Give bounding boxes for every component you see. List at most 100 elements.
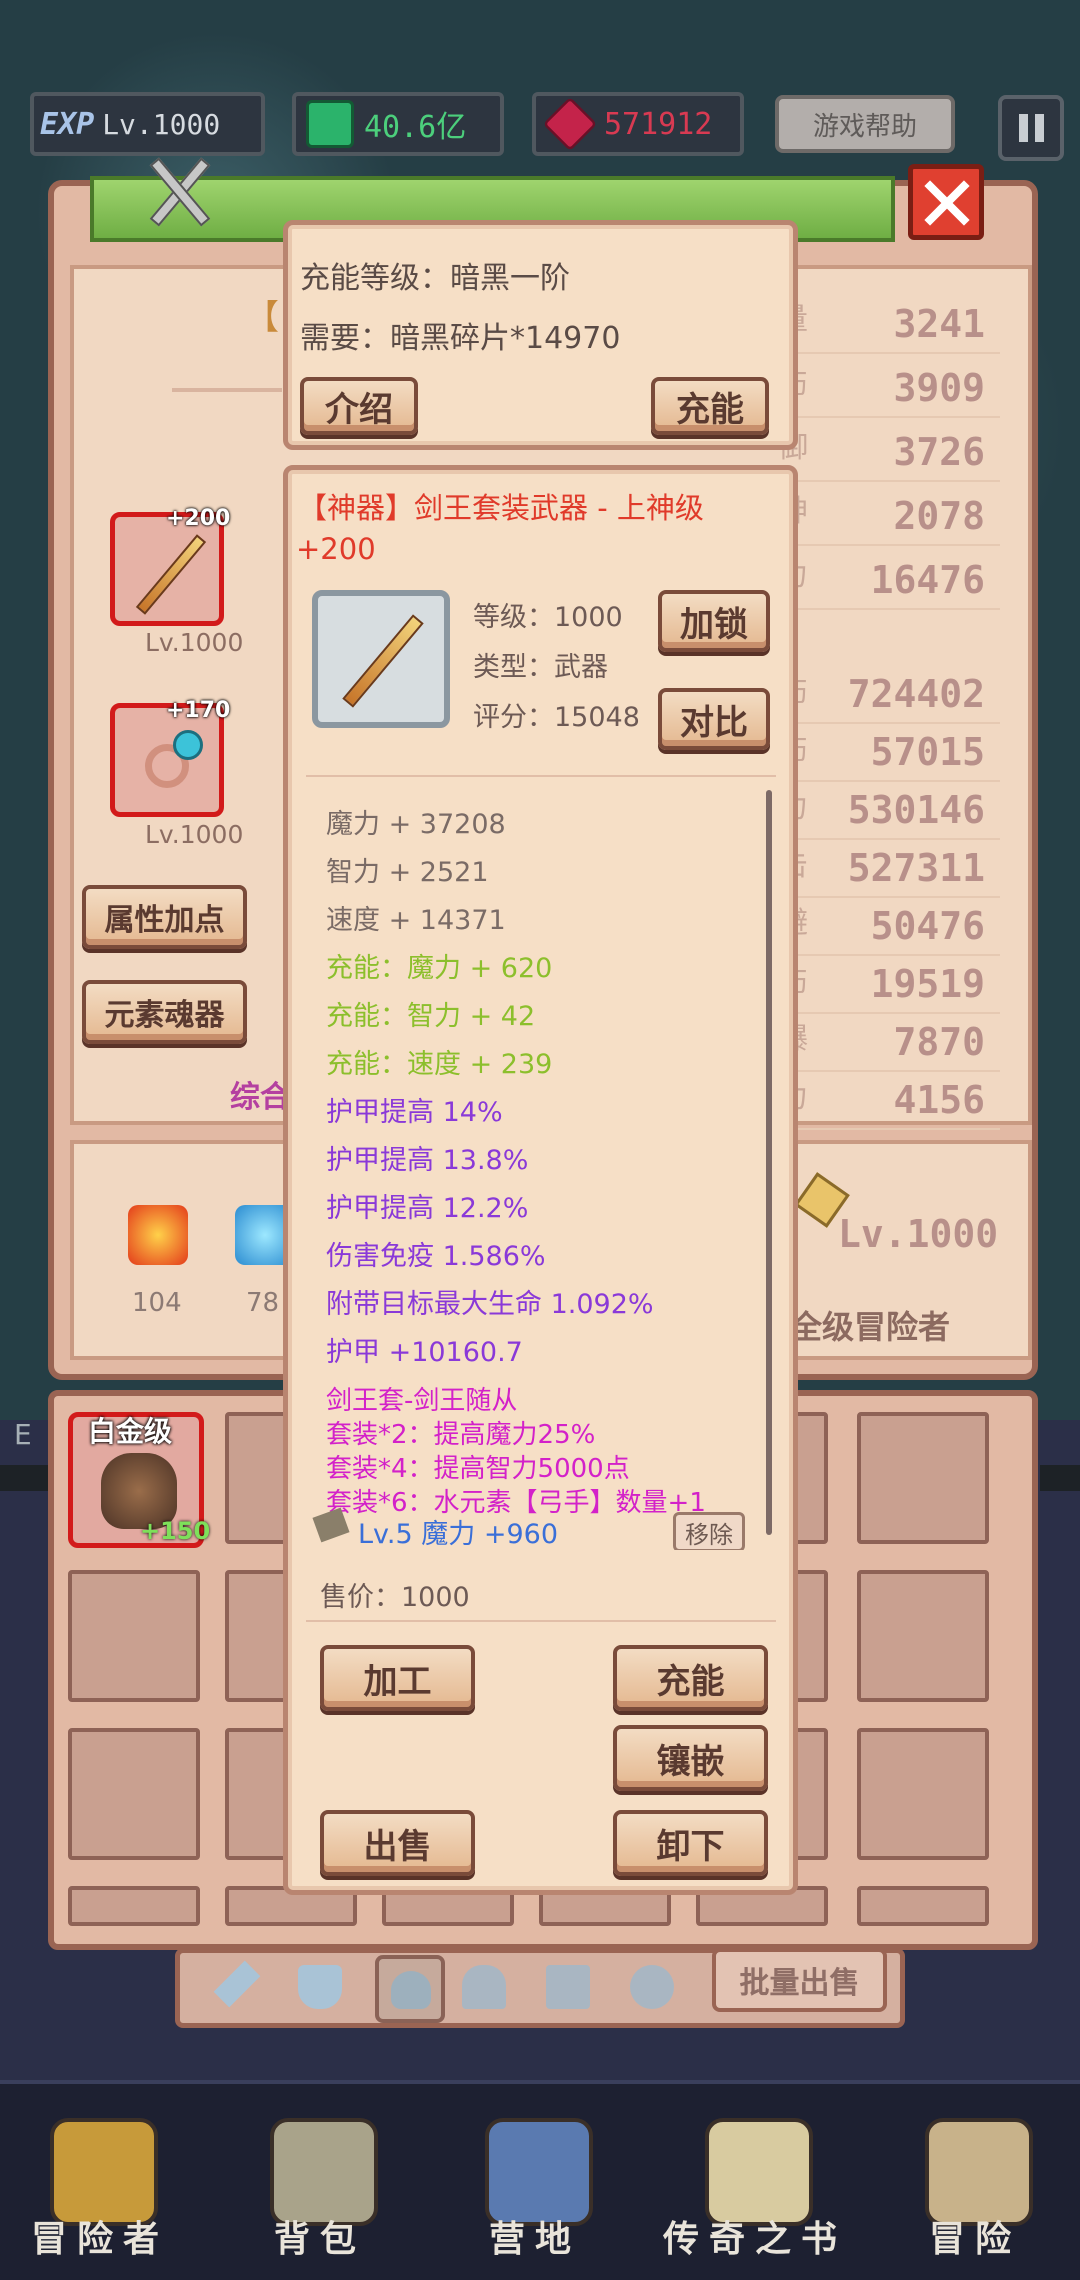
inventory-slot[interactable] [68,1886,200,1926]
item-stat-line: 护甲提高 14% [326,1097,503,1128]
ruby-icon [542,96,598,152]
helmet-icon [391,1971,431,2009]
pause-button[interactable] [998,95,1064,161]
summary-label: 综合 [230,1080,290,1115]
batch-sell-button[interactable]: 批量出售 [712,1948,887,2012]
item-stat-line: 伤害免疫 1.586% [326,1241,546,1272]
crossed-swords-icon [140,152,220,232]
stat-value: 3241 [893,302,985,346]
nav-item-1[interactable]: 背包 [225,2110,415,2280]
stats-scrollbar[interactable] [766,790,772,1535]
companion-plus: +150 [140,1517,211,1545]
emerald-icon [306,100,354,148]
charge-popup: 充能等级：暗黑一阶 需要：暗黑碎片*14970 介绍 充能 [283,220,798,450]
charge-level-text: 充能等级：暗黑一阶 [300,261,570,296]
item-level: 等级：1000 [473,602,623,633]
ruby-currency: 571912 [532,92,744,156]
nav-item-2[interactable]: 营地 [440,2110,630,2280]
inventory-slot[interactable] [68,1728,200,1860]
item-stat-line: 充能：智力 + 42 [326,1001,536,1032]
side-letter: E [14,1418,32,1451]
set-bonus-line: 套装*4：提高智力5000点 [326,1454,630,1484]
pause-icon-bar [1035,114,1044,142]
ring-level: Lv.1000 [145,820,244,849]
tab-gloves-icon[interactable] [462,1965,506,2009]
divider [785,416,1000,418]
item-stat-line: 护甲 +10160.7 [326,1337,523,1368]
remove-gem-button[interactable]: 移除 [673,1512,745,1550]
ring-plus: +170 [166,698,231,723]
exp-badge: EXP [40,106,95,142]
side-bar [0,1465,48,1491]
charge-confirm-button[interactable]: 充能 [651,377,769,435]
item-stat-line: 附带目标最大生命 1.092% [326,1289,654,1320]
stat-value: 4156 [893,1078,985,1122]
intro-button[interactable]: 介绍 [300,377,418,435]
process-button[interactable]: 加工 [320,1645,475,1711]
divider [785,352,1000,354]
tab-helmet-selected[interactable] [375,1955,445,2023]
item-icon-frame [312,590,450,728]
divider [785,480,1000,482]
tab-ring-icon[interactable] [630,1965,674,2009]
nav-label: 冒险 [928,2219,1021,2260]
lock-button[interactable]: 加锁 [658,590,770,652]
item-stat-line: 护甲提高 12.2% [326,1193,529,1224]
side-bar-right [1040,1465,1080,1491]
inlay-button[interactable]: 镶嵌 [613,1725,768,1791]
element-soul-button[interactable]: 元素魂器 [82,980,247,1044]
gem-bonus: Lv.5 魔力 +960 [358,1519,559,1550]
nav-item-3[interactable]: 传奇之书 [660,2110,850,2280]
divider [172,388,282,392]
item-stat-line: 充能：魔力 + 620 [326,953,553,984]
divider [306,1620,776,1622]
title-bracket: 【 [245,298,279,338]
compare-button[interactable]: 对比 [658,688,770,750]
sell-button[interactable]: 出售 [320,1810,475,1876]
nav-label: 背包 [273,2219,366,2260]
stat-value: 19519 [870,962,985,1006]
game-help-button[interactable]: 游戏帮助 [775,95,955,153]
inventory-slot[interactable] [68,1570,200,1702]
water-element-count: 78 [246,1288,280,1318]
charge-button[interactable]: 充能 [613,1645,768,1711]
item-stats-scroll[interactable]: 魔力 + 37208 智力 + 2521 速度 + 14371 充能：魔力 + 620… [288,790,758,1550]
item-plus: +200 [296,532,376,566]
divider [785,722,1000,724]
level-display: EXP Lv.1000 [30,92,265,156]
item-type: 类型：武器 [473,652,608,683]
tab-armor-icon[interactable] [298,1965,342,2009]
inventory-slot[interactable] [857,1728,989,1860]
divider [785,544,1000,546]
sell-price: 售价：1000 [320,1582,470,1613]
pause-icon [1019,114,1028,142]
stat-value: 57015 [870,730,985,774]
unequip-button[interactable]: 卸下 [613,1810,768,1876]
nav-item-0[interactable]: 冒险者 [5,2110,195,2280]
item-stat-line: 护甲提高 13.8% [326,1145,529,1176]
divider [785,954,1000,956]
tab-pants-icon[interactable] [546,1965,590,2009]
gem-currency: 40.6亿 [292,92,504,156]
inventory-slot[interactable] [857,1886,989,1926]
divider [306,775,776,777]
inventory-slot[interactable] [857,1412,989,1544]
ruby-amount: 571912 [604,106,713,142]
companion-rank: 白金级 [88,1415,173,1448]
nav-item-4[interactable]: 冒险 [880,2110,1070,2280]
divider [785,608,1000,610]
gem-amount: 40.6亿 [364,110,467,145]
stat-value: 50476 [870,904,985,948]
fire-element-icon [128,1205,188,1265]
attribute-points-button[interactable]: 属性加点 [82,885,247,949]
divider [785,780,1000,782]
inventory-slot[interactable] [857,1570,989,1702]
fire-element-count: 104 [132,1288,182,1318]
stat-value: 3909 [893,366,985,410]
item-stat-line: 魔力 + 37208 [326,809,506,840]
level-text: Lv.1000 [102,107,221,141]
set-bonus-line: 套装*2：提高魔力25% [326,1420,596,1450]
item-title: 【神器】剑王套装武器 - 上神级 [298,491,704,525]
stat-value: 3726 [893,430,985,474]
close-button[interactable] [908,164,984,240]
